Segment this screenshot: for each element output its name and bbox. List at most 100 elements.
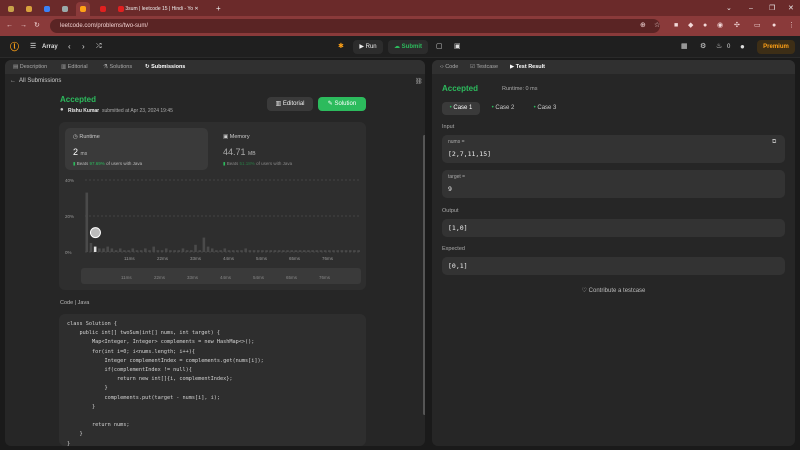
chart-bar[interactable] [286,250,289,252]
chart-bar[interactable] [198,250,201,252]
url-field[interactable]: leetcode.com/problems/two-sum/ [50,19,660,33]
tab-test-result[interactable]: ▶ Test Result [510,60,545,74]
case-3-tab[interactable]: • Case 3 [526,102,564,115]
tab-code[interactable]: ‹› Code [440,60,458,74]
chart-bar[interactable] [181,248,185,252]
all-submissions-link[interactable]: All Submissions [19,78,61,84]
chart-bar[interactable] [236,250,239,252]
chart-bar[interactable] [231,250,235,252]
star-icon[interactable]: ☆ [654,16,660,36]
user-avatar[interactable]: ● [740,36,745,58]
tab-testcase[interactable]: ☑ Testcase [470,60,498,74]
back-icon[interactable]: ← [6,16,13,36]
chart-bar[interactable] [118,248,122,252]
browser-tab[interactable] [4,2,18,16]
chart-bar[interactable] [152,246,155,252]
chart-bar[interactable] [252,250,256,252]
link-icon[interactable]: ⛓ [415,78,423,85]
new-tab-icon[interactable]: + [212,2,225,16]
case-2-tab[interactable]: • Case 2 [484,102,522,115]
chart-bar[interactable] [336,250,339,252]
chart-bar[interactable] [106,246,109,252]
tab-editorial[interactable]: ▥ Editorial [61,60,88,74]
prev-problem-icon[interactable]: ‹ [68,36,71,58]
chart-bar[interactable] [169,250,172,252]
chat-icon[interactable]: ▣ [454,36,461,58]
chart-bar[interactable] [328,250,331,252]
layout-icon[interactable]: ▦ [681,36,688,58]
chart-bar[interactable] [244,248,247,252]
tab-submissions[interactable]: ↻ Submissions [145,60,185,74]
tab-description[interactable]: ▤ Description [13,60,47,74]
chart-bar[interactable] [185,250,189,252]
chart-bar[interactable] [110,248,114,252]
chart-bar[interactable] [156,250,160,252]
debug-icon[interactable]: ✱ [338,36,344,58]
chart-bar[interactable] [127,250,130,252]
chart-bar[interactable] [114,250,118,252]
reload-icon[interactable]: ↻ [34,16,40,36]
chart-bar[interactable] [302,250,306,252]
browser-tab[interactable] [58,2,72,16]
chart-bar[interactable] [102,248,105,252]
chart-bar[interactable] [177,250,181,252]
chart-bar[interactable] [219,250,222,252]
chart-bar[interactable] [265,250,268,252]
chart-bar[interactable] [298,250,302,252]
chart-bar[interactable] [227,250,231,252]
window-close-icon[interactable]: ✕ [784,2,798,16]
forward-icon[interactable]: → [20,16,27,36]
back-icon[interactable]: ← [10,78,16,84]
problem-list-title[interactable]: Array [42,36,58,58]
chart-bar[interactable] [148,250,151,252]
chart-bar[interactable] [248,250,252,252]
author-name[interactable]: Rishu Kumar [68,108,99,114]
chart-bar[interactable] [307,250,310,252]
chart-bar[interactable] [123,250,126,252]
chart-bar[interactable] [294,250,298,252]
chart-bar[interactable] [277,250,281,252]
editorial-button[interactable]: ▥ Editorial [267,97,313,111]
chart-bar[interactable] [164,248,168,252]
shuffle-icon[interactable]: ⤮ [96,36,102,58]
submit-button[interactable]: ☁ Submit [388,40,428,54]
extension-icon[interactable]: ◆ [688,16,693,36]
chart-bar[interactable] [315,250,319,252]
minimize-icon[interactable]: – [745,2,757,16]
chart-bar[interactable] [269,250,273,252]
chart-bar[interactable] [273,250,277,252]
sidepanel-icon[interactable]: ▭ [754,16,761,36]
next-problem-icon[interactable]: › [82,36,85,58]
streak-flame-icon[interactable]: ♨ [716,36,722,58]
chart-bar[interactable] [223,248,227,252]
chart-bar[interactable] [190,250,193,252]
solution-button[interactable]: ✎ Solution [318,97,366,111]
browser-tab-youtube[interactable]: 3sum | leetcode 15 | Hindi - Yo ✕ [114,2,206,16]
profile-avatar[interactable]: ● [772,16,776,36]
chart-bar[interactable] [206,246,210,252]
zoom-icon[interactable]: ⊕ [640,16,646,36]
chart-bar[interactable] [319,250,323,252]
chart-bar[interactable] [131,248,135,252]
chart-bar[interactable] [332,250,335,252]
chart-bar[interactable] [348,250,352,252]
left-panel-scrollbar[interactable] [423,135,425,415]
maximize-icon[interactable]: ❐ [765,2,779,16]
browser-tab[interactable] [96,2,110,16]
settings-gear-icon[interactable]: ⚙ [700,36,706,58]
tab-solutions[interactable]: ⚗ Solutions [103,60,132,74]
my-submission-marker[interactable] [89,227,101,239]
chart-bar[interactable] [98,248,101,252]
chart-bar[interactable] [215,250,218,252]
extension-icon[interactable]: ■ [674,16,678,36]
code-block[interactable]: class Solution { public int[] twoSum(int… [59,314,366,446]
chart-bar[interactable] [353,250,356,252]
chart-bar[interactable] [160,250,164,252]
chart-bar[interactable] [202,237,206,252]
case-1-tab[interactable]: • Case 1 [442,102,480,115]
run-button[interactable]: ▶ Run [353,40,383,54]
copy-icon[interactable]: ⧉ [772,139,776,146]
problem-list-icon[interactable]: ☰ [30,36,36,58]
extension-icon[interactable]: ◉ [717,16,723,36]
browser-tab[interactable] [22,2,36,16]
